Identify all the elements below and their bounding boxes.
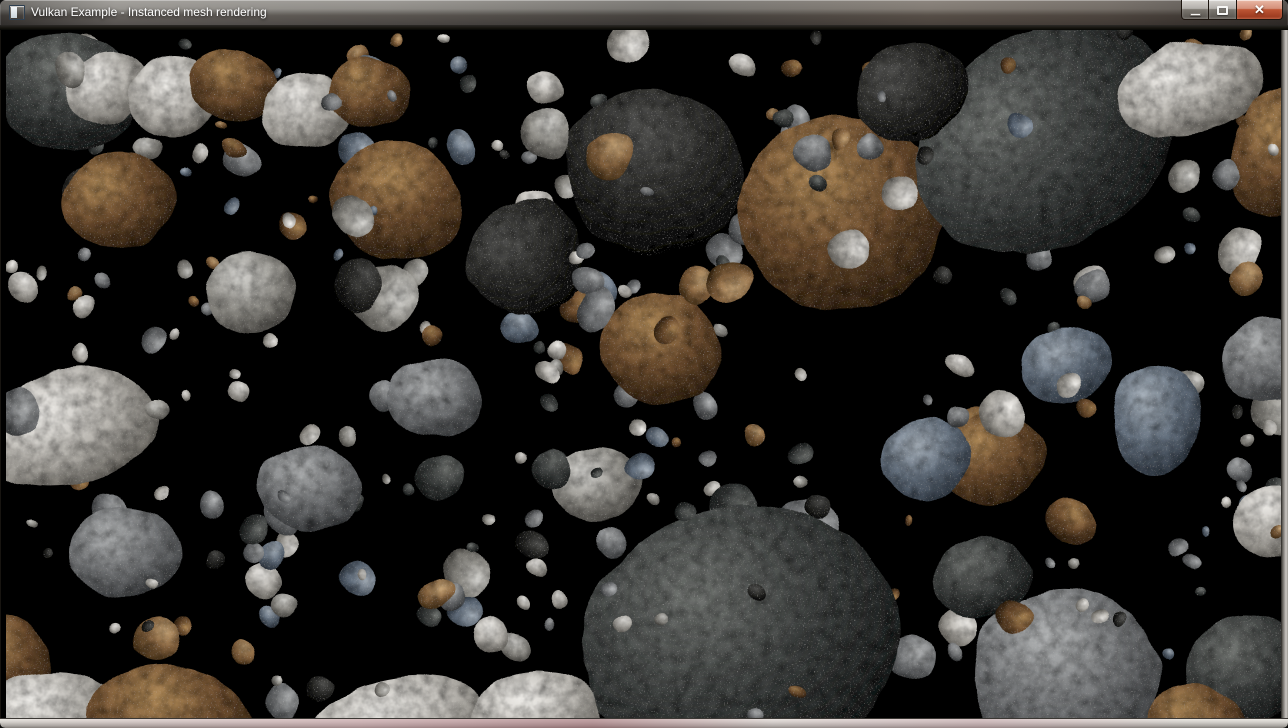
rock-scene-canvas [6, 30, 1281, 718]
minimize-button[interactable] [1181, 0, 1209, 20]
window-title: Vulkan Example - Instanced mesh renderin… [31, 0, 267, 25]
app-icon[interactable] [9, 5, 25, 20]
window-controls: ✕ [1181, 0, 1283, 20]
titlebar[interactable]: Vulkan Example - Instanced mesh renderin… [0, 0, 1288, 25]
maximize-icon [1217, 6, 1228, 15]
window-resize-edge-bottom[interactable] [0, 718, 1288, 728]
rock [205, 252, 297, 332]
rock [70, 508, 178, 596]
rock [572, 269, 603, 296]
rock [328, 58, 408, 126]
minimize-icon [1190, 13, 1201, 16]
window-resize-edge-right[interactable] [1281, 30, 1288, 718]
app-window: Vulkan Example - Instanced mesh renderin… [0, 0, 1288, 728]
render-viewport[interactable] [6, 30, 1281, 718]
maximize-button[interactable] [1209, 0, 1237, 20]
close-icon: ✕ [1254, 1, 1265, 19]
rock [880, 418, 972, 498]
close-button[interactable]: ✕ [1237, 0, 1283, 20]
rock [388, 358, 484, 438]
rock [1215, 162, 1242, 188]
rock [1111, 365, 1201, 475]
